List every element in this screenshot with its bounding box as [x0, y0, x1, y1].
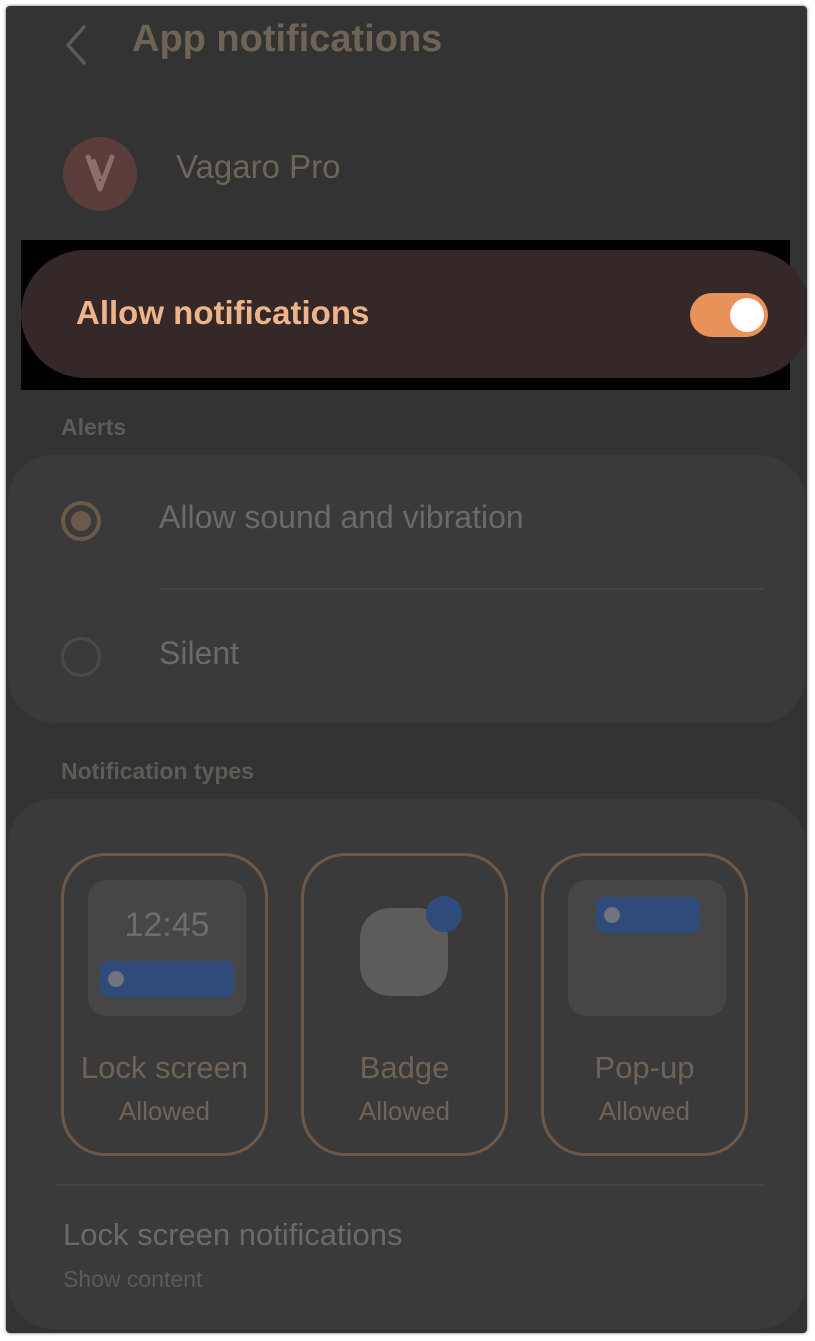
alerts-section-label: Alerts [61, 414, 127, 440]
tile-name: Lock screen [80, 1050, 249, 1085]
divider [55, 1184, 765, 1186]
allow-notifications-highlight: Allow notifications [21, 240, 807, 390]
preview-clock: 12:45 [124, 906, 210, 944]
allow-notifications-label: Allow notifications [76, 294, 370, 331]
toggle-knob [730, 298, 764, 332]
type-tile-badge[interactable]: Badge Allowed [301, 853, 508, 1156]
popup-preview [568, 880, 726, 1016]
type-tile-lock-screen[interactable]: 12:45 Lock screen Allowed [61, 853, 268, 1156]
screen: App notifications Vagaro Pro Allow notif… [6, 6, 807, 1333]
badge-dot-icon [426, 896, 462, 932]
app-name: Vagaro Pro [176, 148, 341, 185]
lock-screen-preview: 12:45 [88, 880, 246, 1016]
type-tile-popup[interactable]: Pop-up Allowed [541, 853, 748, 1156]
page-title: App notifications [132, 18, 443, 60]
notification-bar [100, 961, 234, 997]
alert-option-sound-vibration[interactable]: Allow sound and vibration [8, 455, 805, 585]
tile-status: Allowed [358, 1096, 451, 1126]
alerts-card: Allow sound and vibration Silent [8, 455, 805, 723]
alert-option-silent[interactable]: Silent [8, 591, 805, 721]
radio-unselected[interactable] [61, 637, 101, 677]
notification-types-section-label: Notification types [61, 758, 254, 784]
allow-notifications-toggle[interactable] [690, 293, 768, 337]
notification-bar [596, 897, 700, 933]
tile-name: Pop-up [594, 1050, 695, 1085]
notification-dot [604, 907, 620, 923]
app-info-row: Vagaro Pro [6, 126, 807, 216]
notification-dot [108, 971, 124, 987]
back-button[interactable] [58, 20, 98, 70]
tile-status: Allowed [118, 1096, 211, 1126]
lock-screen-notifications-title: Lock screen notifications [63, 1217, 403, 1252]
radio-selected[interactable] [61, 501, 101, 541]
divider [159, 588, 764, 590]
tile-name: Badge [359, 1050, 450, 1085]
notification-types-card: 12:45 Lock screen Allowed Badge Allowed … [8, 799, 805, 1329]
allow-notifications-row[interactable]: Allow notifications [21, 250, 807, 378]
alert-option-label: Allow sound and vibration [159, 499, 524, 535]
app-bar: App notifications [6, 6, 807, 86]
lock-screen-notifications-value: Show content [63, 1266, 203, 1292]
vagaro-logo-icon [63, 137, 137, 211]
tile-status: Allowed [598, 1096, 691, 1126]
alert-option-label: Silent [159, 635, 240, 671]
chevron-left-icon [66, 25, 86, 65]
